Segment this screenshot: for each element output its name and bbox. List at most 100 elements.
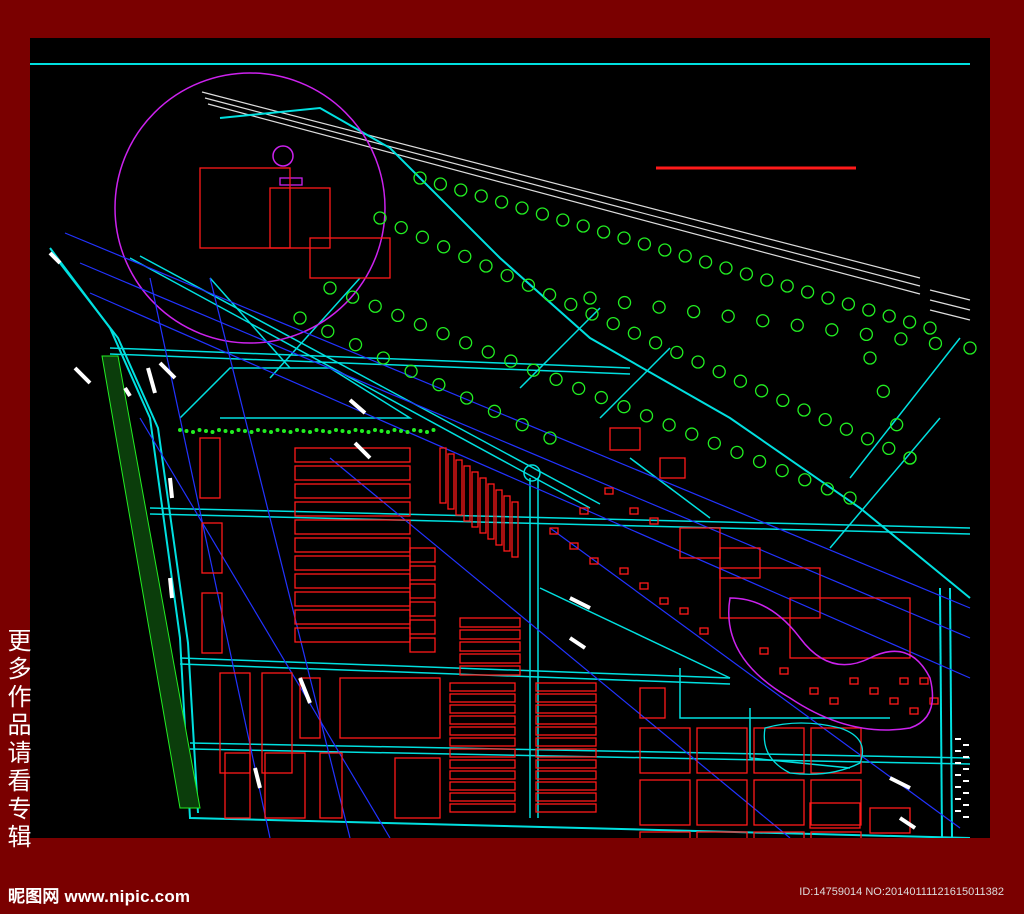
building-block [294,609,411,625]
shrub-dot [418,429,423,433]
building-block [199,167,291,249]
building-block [535,693,597,703]
building-block [889,697,899,705]
tree-icon [348,338,363,352]
tree-icon [652,300,666,314]
road-marker [348,398,367,415]
tree-icon [670,345,684,360]
building-block [199,437,221,499]
building-block [449,704,516,714]
building-block [394,757,441,819]
tree-icon [436,240,451,254]
tree-icon [394,220,408,235]
shrub-dot [425,430,429,434]
tree-icon [458,249,472,264]
building-block [829,697,839,705]
building-block [294,591,411,607]
shrub-dot [230,430,234,434]
building-block [759,647,769,655]
building-block [449,693,516,703]
tree-icon [459,336,473,350]
road-marker [168,577,174,599]
tree-icon [572,381,586,396]
tree-icon [721,309,735,323]
building-block [449,759,516,769]
building-block [487,483,495,540]
tree-icon [606,316,620,331]
building-block [439,447,447,504]
road-marker [253,767,262,789]
building-block [449,803,516,813]
tree-icon [454,183,468,197]
building-block [449,770,516,780]
tree-icon [596,225,611,239]
stair-mark [963,756,969,758]
tree-icon [876,384,890,398]
building-block [696,779,748,826]
tree-icon [585,307,599,321]
shrub-dot [353,428,358,432]
tree-icon [691,355,705,369]
tree-icon [882,441,896,456]
tree-icon [432,378,446,392]
building-block [639,582,649,590]
building-block [449,726,516,736]
building-block [639,779,691,826]
side-watermark-caption: 更多作品请看专辑 [3,628,31,852]
tree-icon [902,315,917,329]
building-block [535,792,597,802]
tree-icon [780,279,794,293]
shrub-dot [256,428,260,432]
building-block [535,726,597,736]
stair-mark [963,744,969,746]
tree-icon [293,311,307,325]
tree-icon [754,384,769,398]
building-block [809,802,861,829]
tree-icon [707,436,721,450]
tree-icon [494,195,509,209]
tree-icon [818,412,832,427]
shrub-dot [191,430,195,434]
tree-icon [404,364,418,378]
shrub-dot [223,429,228,433]
road-marker [568,636,587,650]
tree-icon [685,427,699,441]
building-block [294,465,411,481]
shrub-dot [275,428,280,432]
tree-icon [321,324,335,338]
tree-icon [698,255,713,269]
shrub-dot [295,428,299,432]
building-block [409,637,436,653]
shrub-dot [392,428,397,432]
building-block [609,427,641,451]
tree-layer [178,171,977,505]
stair-mark [955,750,961,752]
shrub-dot [204,429,208,433]
building-block [699,627,709,635]
building-block [463,465,471,522]
tree-icon [797,403,811,417]
building-block [869,687,879,695]
tree-icon [760,273,774,287]
shrub-dot [366,430,371,434]
shrub-dot [379,429,384,433]
road-marker [353,441,372,460]
building-block [659,597,669,605]
building-block [459,653,521,664]
shrub-dot [340,429,345,433]
stair-mark [955,738,961,740]
building-block [495,489,503,546]
road-marker [898,816,917,830]
shrub-dot [282,429,286,433]
building-block [449,682,516,692]
cad-drawing-canvas [30,38,990,838]
building-block [269,187,331,249]
stair-mark [955,774,961,776]
small-circle-marker [272,145,294,167]
shrub-dot [360,429,364,433]
tree-icon [415,230,430,244]
shrub-dot [288,430,293,434]
building-block [447,453,455,510]
tree-icon [481,345,495,359]
shrub-dot [412,428,416,432]
